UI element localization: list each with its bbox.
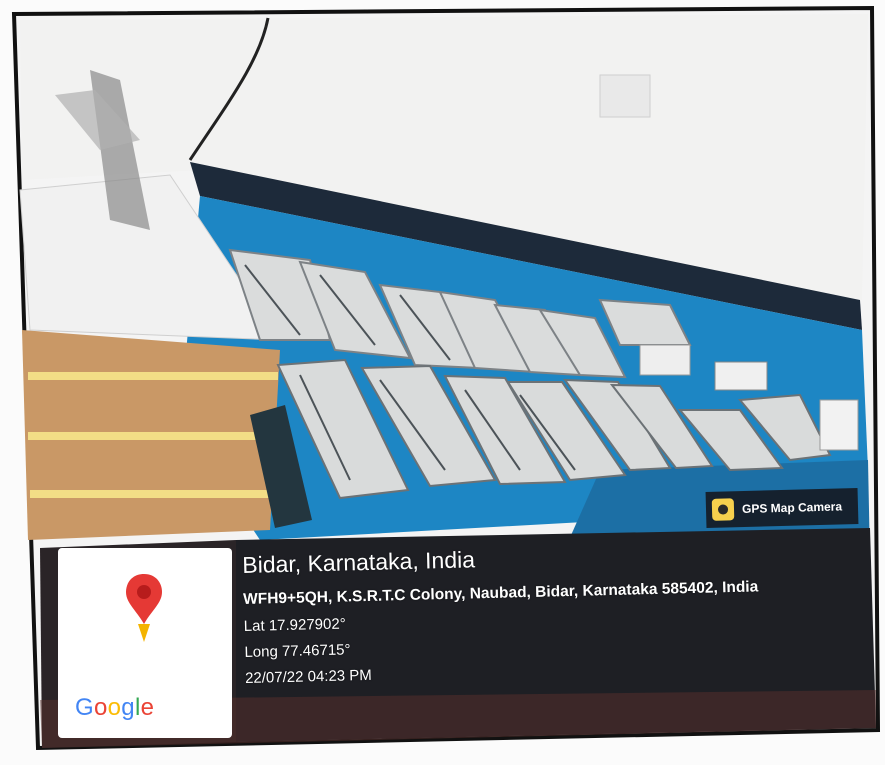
location-pin-icon <box>126 574 162 642</box>
location-info: Bidar, Karnataka, India WFH9+5QH, K.S.R.… <box>242 537 865 687</box>
gps-map-camera-label: GPS Map Camera <box>741 499 843 517</box>
map-thumbnail: Google <box>58 548 232 738</box>
gps-map-camera-icon <box>711 498 735 521</box>
address-label: WFH9+5QH, K.S.R.T.C Colony, Naubad, Bida… <box>242 578 759 608</box>
gps-map-camera-badge: GPS Map Camera <box>705 488 859 528</box>
switch-board <box>599 74 651 118</box>
google-logo: Google <box>75 694 155 721</box>
